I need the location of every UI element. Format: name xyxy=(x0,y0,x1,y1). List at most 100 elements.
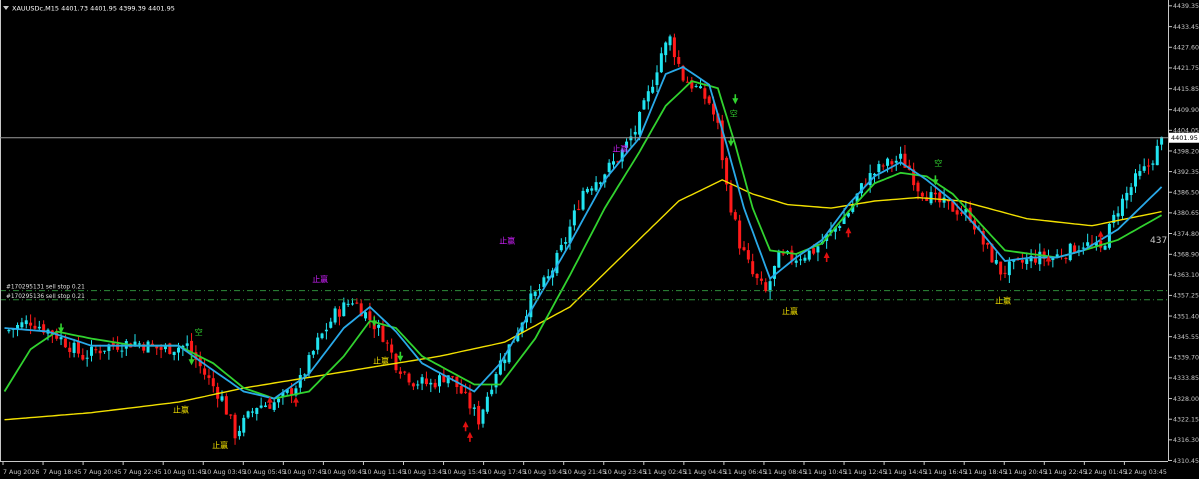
candle-body xyxy=(759,278,763,281)
candle-body xyxy=(329,321,333,328)
signal-text: 空 xyxy=(934,158,942,168)
side-price-label: 437 xyxy=(1150,236,1167,246)
time-tick-label: 7 Aug 2026 xyxy=(3,469,39,476)
candle-body xyxy=(668,36,672,46)
candle-body xyxy=(33,325,37,329)
price-tick-label: 4409.90 xyxy=(1173,107,1199,114)
time-tick-label: 11 Aug 14:45 xyxy=(884,469,926,476)
candle-body xyxy=(1007,261,1011,276)
candle-body xyxy=(250,411,254,413)
candle-body xyxy=(316,337,320,350)
candle-body xyxy=(694,85,698,87)
candle-body xyxy=(707,96,711,104)
candle-body xyxy=(233,414,237,439)
candle-body xyxy=(933,192,937,195)
candle-body xyxy=(1116,213,1120,217)
candle-body xyxy=(211,378,215,387)
candle-body xyxy=(799,259,803,261)
signal-text: 止赢 xyxy=(995,295,1011,305)
time-tick-label: 11 Aug 20:45 xyxy=(1004,469,1046,476)
candle-body xyxy=(590,188,594,191)
candle-body xyxy=(137,343,141,345)
candle-body xyxy=(381,325,385,342)
candle-body xyxy=(490,389,494,395)
candle-body xyxy=(185,343,189,346)
price-tick-label: 4322.15 xyxy=(1173,417,1199,424)
candle-body xyxy=(246,411,250,418)
candle-body xyxy=(398,371,402,374)
time-tick-label: 10 Aug 15:45 xyxy=(444,469,486,476)
candle-body xyxy=(433,382,437,388)
candle-body xyxy=(103,350,107,352)
time-tick-label: 11 Aug 10:45 xyxy=(804,469,846,476)
time-tick-label: 10 Aug 05:45 xyxy=(243,469,285,476)
candle-body xyxy=(838,226,842,228)
candle-body xyxy=(899,153,903,159)
candle-body xyxy=(290,388,294,395)
candle-body xyxy=(638,111,642,135)
time-tick-label: 11 Aug 02:45 xyxy=(644,469,686,476)
candle-body xyxy=(1003,272,1007,274)
candle-body xyxy=(220,396,224,401)
time-tick-label: 11 Aug 06:45 xyxy=(724,469,766,476)
candle-body xyxy=(320,333,324,339)
candle-body xyxy=(203,368,207,375)
candle-body xyxy=(733,212,737,220)
candle-body xyxy=(738,220,742,249)
candle-body xyxy=(259,405,263,408)
candle-body xyxy=(533,291,537,297)
price-tick-label: 4398.20 xyxy=(1173,148,1199,155)
candle-body xyxy=(224,396,228,415)
candle-body xyxy=(677,57,681,64)
sell-stop-label: #170295136 sell stop 0.21 xyxy=(6,294,85,300)
candle-body xyxy=(955,210,959,215)
candle-body xyxy=(72,342,76,353)
price-tick-label: 4357.25 xyxy=(1173,293,1199,300)
candle-body xyxy=(242,417,246,433)
candle-body xyxy=(429,382,433,385)
candle-body xyxy=(503,359,507,364)
time-tick-label: 11 Aug 04:45 xyxy=(684,469,726,476)
candle-body xyxy=(207,375,211,378)
signal-text: 止赢 xyxy=(173,405,189,415)
candle-body xyxy=(633,131,637,135)
time-tick-label: 11 Aug 08:45 xyxy=(764,469,806,476)
price-tick-label: 4380.65 xyxy=(1173,210,1199,217)
candle-body xyxy=(1147,165,1151,167)
time-tick-label: 12 Aug 01:45 xyxy=(1084,469,1126,476)
candle-body xyxy=(1086,242,1090,246)
candle-body xyxy=(37,326,41,329)
time-tick-label: 12 Aug 03:45 xyxy=(1124,469,1166,476)
chart-area[interactable]: #170295131 sell stop 0.21 #170295136 sell… xyxy=(0,0,1199,479)
candle-body xyxy=(581,190,585,210)
candle-body xyxy=(751,261,755,275)
candle-body xyxy=(90,346,93,356)
candle-body xyxy=(672,37,676,58)
candle-body xyxy=(407,373,411,383)
time-tick-label: 10 Aug 17:45 xyxy=(484,469,526,476)
candle-body xyxy=(451,376,455,378)
candle-body xyxy=(63,338,67,348)
price-tick-label: 4368.90 xyxy=(1173,252,1199,259)
candle-body xyxy=(81,354,85,360)
price-tick-label: 4333.85 xyxy=(1173,375,1199,382)
price-tick-label: 4415.85 xyxy=(1173,86,1199,93)
candle-body xyxy=(1068,243,1072,261)
candle-body xyxy=(538,289,542,291)
candle-body xyxy=(394,353,398,371)
time-tick-label: 10 Aug 01:45 xyxy=(163,469,205,476)
candle-body xyxy=(459,385,463,394)
signal-text: 空 xyxy=(195,327,203,337)
candle-body xyxy=(664,42,668,56)
candle-body xyxy=(472,407,476,409)
candle-body xyxy=(577,208,581,210)
candle-body xyxy=(438,375,441,387)
candle-body xyxy=(938,192,942,203)
candle-body xyxy=(24,320,28,325)
candle-body xyxy=(659,53,663,73)
signal-text: 止赢 xyxy=(373,355,389,365)
time-tick-label: 7 Aug 20:45 xyxy=(83,469,121,476)
candle-body xyxy=(7,329,11,332)
candle-body xyxy=(98,350,102,354)
candle-body xyxy=(1134,173,1137,187)
